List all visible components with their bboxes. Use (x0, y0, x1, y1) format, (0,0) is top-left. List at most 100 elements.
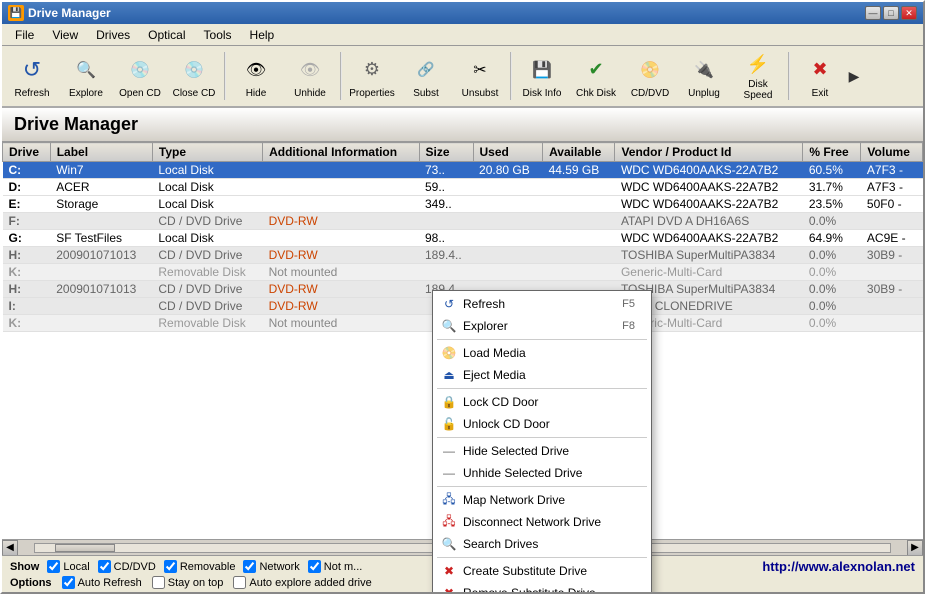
toolbar-close-cd-label: Close CD (173, 88, 216, 99)
context-menu-item[interactable]: 🔍ExplorerF8 (433, 315, 651, 337)
close-button[interactable]: ✕ (901, 6, 917, 20)
option-auto-explore: Auto explore added drive (233, 576, 371, 589)
col-type[interactable]: Type (152, 143, 262, 162)
show-local-checkbox[interactable] (47, 560, 60, 573)
show-network-checkbox[interactable] (243, 560, 256, 573)
auto-refresh-checkbox[interactable] (62, 576, 75, 589)
toolbar-properties[interactable]: Properties (346, 48, 398, 104)
col-label[interactable]: Label (50, 143, 152, 162)
menu-file[interactable]: File (6, 25, 43, 45)
toolbar-explore-label: Explore (69, 88, 103, 99)
menu-view[interactable]: View (43, 25, 87, 45)
context-menu-item[interactable]: 🔒Lock CD Door (433, 391, 651, 413)
toolbar-chk-disk[interactable]: Chk Disk (570, 48, 622, 104)
table-cell: DVD-RW (263, 281, 419, 298)
stay-on-top-label: Stay on top (168, 577, 224, 589)
toolbar-open-cd[interactable]: Open CD (114, 48, 166, 104)
table-row[interactable]: C:Win7Local Disk73..20.80 GB44.59 GBWDC … (3, 162, 923, 179)
toolbar-refresh[interactable]: Refresh (6, 48, 58, 104)
col-drive[interactable]: Drive (3, 143, 51, 162)
table-cell (543, 230, 615, 247)
context-menu-item[interactable]: ↺RefreshF5 (433, 293, 651, 315)
toolbar-disk-speed[interactable]: Disk Speed (732, 48, 784, 104)
toolbar-exit[interactable]: Exit (794, 48, 846, 104)
menu-help[interactable]: Help (241, 25, 284, 45)
show-not-mounted-checkbox[interactable] (308, 560, 321, 573)
col-available[interactable]: Available (543, 143, 615, 162)
table-cell: CD / DVD Drive (152, 213, 262, 230)
table-row[interactable]: D:ACERLocal Disk59..WDC WD6400AAKS-22A7B… (3, 179, 923, 196)
col-volume[interactable]: Volume (861, 143, 923, 162)
toolbar-sep4 (788, 52, 790, 100)
table-cell: 98.. (419, 230, 473, 247)
show-removable-checkbox[interactable] (164, 560, 177, 573)
context-menu-item[interactable]: 📀Load Media (433, 342, 651, 364)
table-cell: A7F3 - (861, 179, 923, 196)
auto-explore-checkbox[interactable] (233, 576, 246, 589)
toolbar-unhide[interactable]: Unhide (284, 48, 336, 104)
table-cell: ACER (50, 179, 152, 196)
context-menu-item[interactable]: 🔓Unlock CD Door (433, 413, 651, 435)
context-menu-item[interactable]: 🔍Search Drives (433, 533, 651, 555)
toolbar-hide[interactable]: Hide (230, 48, 282, 104)
website-link[interactable]: http://www.alexnolan.net (762, 559, 915, 574)
menu-drives[interactable]: Drives (87, 25, 139, 45)
col-free-pct[interactable]: % Free (803, 143, 861, 162)
table-cell: E: (3, 196, 51, 213)
table-row[interactable]: F:CD / DVD DriveDVD-RWATAPI DVD A DH16A6… (3, 213, 923, 230)
scroll-left-button[interactable]: ◀ (2, 540, 18, 556)
context-menu-item[interactable]: ⏏Eject Media (433, 364, 651, 386)
toolbar-cddvd[interactable]: CD/DVD (624, 48, 676, 104)
col-vendor[interactable]: Vendor / Product Id (615, 143, 803, 162)
toolbar-unsubst[interactable]: Unsubst (454, 48, 506, 104)
table-row[interactable]: E:StorageLocal Disk349..WDC WD6400AAKS-2… (3, 196, 923, 213)
context-menu-item[interactable]: ✖Remove Substitute Drive (433, 582, 651, 592)
toolbar-more-arrow[interactable]: ▶ (848, 48, 860, 104)
show-not-mounted-label: Not m... (324, 561, 363, 573)
table-cell (50, 298, 152, 315)
col-additional[interactable]: Additional Information (263, 143, 419, 162)
table-row[interactable]: G:SF TestFilesLocal Disk98..WDC WD6400AA… (3, 230, 923, 247)
table-cell: ATAPI DVD A DH16A6S (615, 213, 803, 230)
menu-bar: File View Drives Optical Tools Help (2, 24, 923, 46)
col-used[interactable]: Used (473, 143, 543, 162)
context-menu-item[interactable]: 🖧Map Network Drive (433, 489, 651, 511)
context-menu-item[interactable]: ✖Create Substitute Drive (433, 560, 651, 582)
context-menu-item-label: Map Network Drive (463, 493, 565, 507)
context-menu-item-label: Lock CD Door (463, 395, 538, 409)
auto-refresh-label: Auto Refresh (78, 577, 142, 589)
table-header-row: Drive Label Type Additional Information … (3, 143, 923, 162)
menu-tools[interactable]: Tools (195, 25, 241, 45)
scroll-thumb[interactable] (55, 544, 115, 552)
unhide-icon (294, 54, 326, 86)
toolbar-unplug[interactable]: Unplug (678, 48, 730, 104)
context-menu-item[interactable]: —Unhide Selected Drive (433, 462, 651, 484)
table-cell: Storage (50, 196, 152, 213)
scroll-right-button[interactable]: ▶ (907, 540, 923, 556)
col-size[interactable]: Size (419, 143, 473, 162)
table-row[interactable]: H:200901071013CD / DVD DriveDVD-RW189.4.… (3, 247, 923, 264)
menu-optical[interactable]: Optical (139, 25, 194, 45)
table-row[interactable]: K:Removable DiskNot mountedGeneric-Multi… (3, 264, 923, 281)
table-cell (263, 230, 419, 247)
stay-on-top-checkbox[interactable] (152, 576, 165, 589)
toolbar-hide-label: Hide (246, 88, 267, 99)
toolbar-subst[interactable]: Subst (400, 48, 452, 104)
toolbar-close-cd[interactable]: Close CD (168, 48, 220, 104)
maximize-button[interactable]: □ (883, 6, 899, 20)
table-cell: Generic-Multi-Card (615, 264, 803, 281)
context-menu-item[interactable]: 🖧Disconnect Network Drive (433, 511, 651, 533)
context-menu-item-label: Explorer (463, 319, 508, 333)
table-cell (50, 213, 152, 230)
table-cell (543, 179, 615, 196)
toolbar-disk-info[interactable]: Disk Info (516, 48, 568, 104)
context-menu-item[interactable]: —Hide Selected Drive (433, 440, 651, 462)
toolbar-subst-label: Subst (413, 88, 439, 99)
toolbar-explore[interactable]: Explore (60, 48, 112, 104)
table-cell: Removable Disk (152, 264, 262, 281)
minimize-button[interactable]: — (865, 6, 881, 20)
refresh-icon (16, 54, 48, 86)
exit-icon (804, 54, 836, 86)
show-cddvd-checkbox[interactable] (98, 560, 111, 573)
context-menu-item-label: Disconnect Network Drive (463, 515, 601, 529)
